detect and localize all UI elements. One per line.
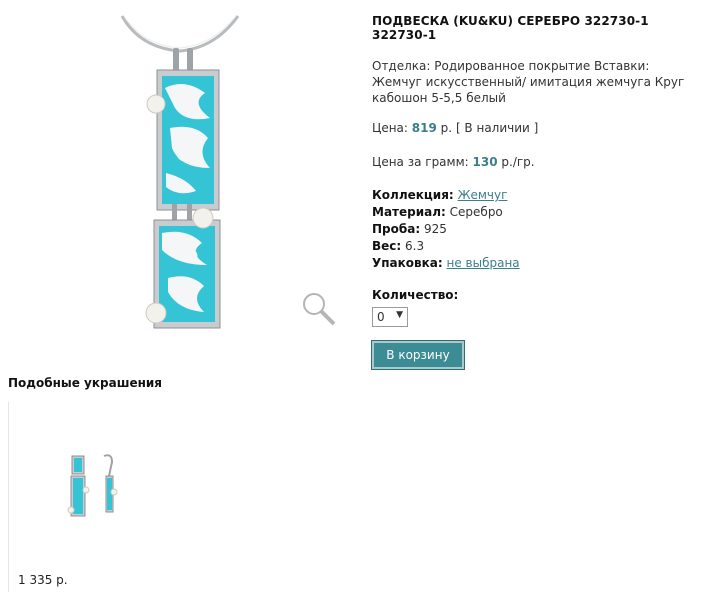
product-description: Отделка: Родированное покрытие Вставки: …: [372, 59, 685, 105]
product-properties: Коллекция: Жемчуг Материал: Серебро Проб…: [372, 187, 692, 272]
package-row: Упаковка: не выбрана: [372, 255, 692, 272]
gram-price-unit: р./гр.: [501, 155, 535, 169]
gram-price-row: Цена за грамм: 130 р./гр.: [372, 154, 692, 171]
package-link[interactable]: не выбрана: [447, 256, 520, 270]
price-row: Цена: 819 р. [ В наличии ]: [372, 120, 692, 137]
probe-label: Проба:: [372, 222, 421, 236]
material-value: Серебро: [449, 205, 503, 219]
availability-status: [ В наличии ]: [455, 121, 539, 135]
collection-label: Коллекция:: [372, 188, 454, 202]
quantity-label: Количество:: [372, 288, 459, 302]
price-label: Цена:: [372, 121, 408, 135]
similar-section-title: Подобные украшения: [8, 376, 163, 390]
gram-price-label: Цена за грамм:: [372, 155, 469, 169]
price-unit: р.: [440, 121, 453, 135]
probe-value: 925: [423, 222, 447, 236]
gram-price-value: 130: [472, 155, 498, 169]
similar-item-image[interactable]: [62, 452, 132, 524]
chevron-down-icon: ▼: [396, 310, 403, 320]
weight-value: 6.3: [405, 239, 425, 253]
similar-item-price: 1 335 р.: [18, 573, 68, 587]
probe-row: Проба: 925: [372, 221, 692, 238]
price-value: 819: [411, 121, 437, 135]
product-title: ПОДВЕСКА (KU&KU) СЕРЕБРО 322730-1 322730…: [372, 14, 649, 42]
package-label: Упаковка:: [372, 256, 443, 270]
weight-label: Вес:: [372, 239, 402, 253]
weight-row: Вес: 6.3: [372, 238, 692, 255]
collection-link[interactable]: Жемчуг: [458, 188, 508, 202]
quantity-select[interactable]: 0 ▼: [372, 307, 408, 327]
material-label: Материал:: [372, 205, 446, 219]
zoom-icon[interactable]: [300, 290, 340, 330]
product-info: ПОДВЕСКА (KU&KU) СЕРЕБРО 322730-1 322730…: [371, 14, 692, 370]
material-row: Материал: Серебро: [372, 204, 692, 221]
collection-row: Коллекция: Жемчуг: [372, 187, 692, 204]
quantity-value: 0: [377, 310, 385, 324]
similar-divider: [8, 402, 9, 592]
add-to-cart-button[interactable]: В корзину: [371, 340, 465, 370]
